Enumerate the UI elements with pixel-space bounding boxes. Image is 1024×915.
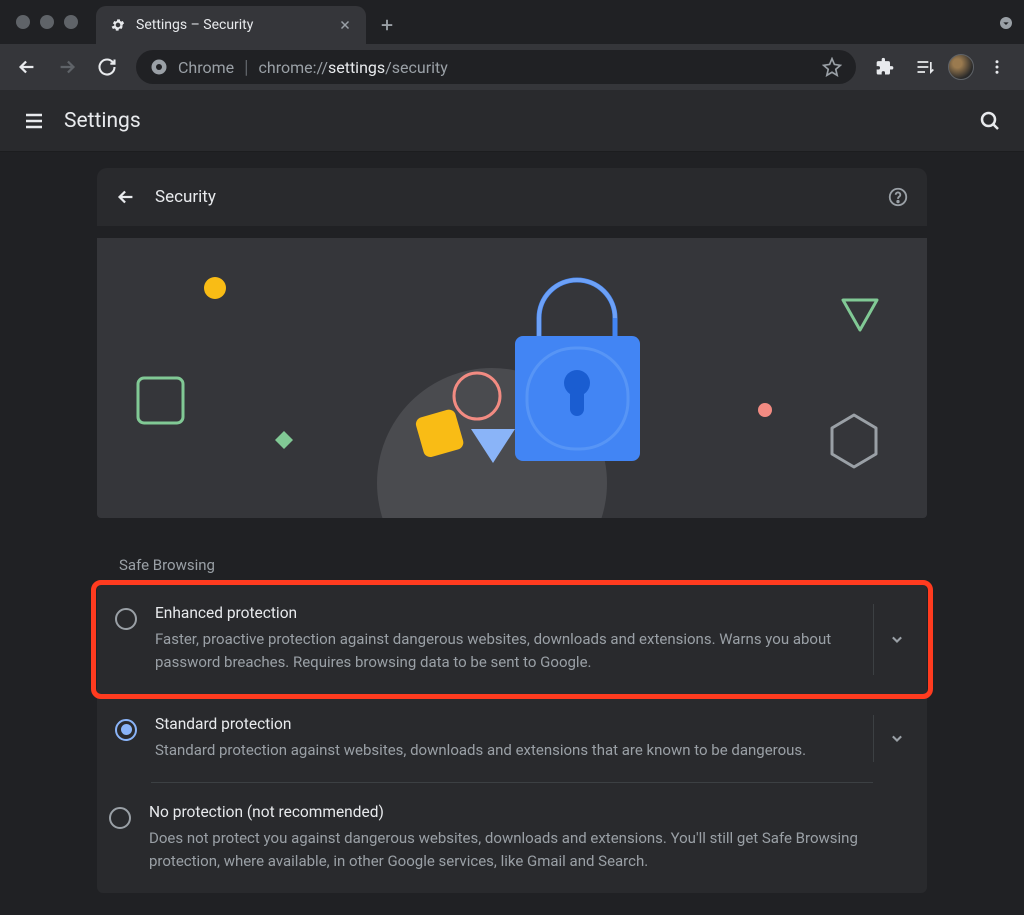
window-minimize-button[interactable] (40, 15, 54, 29)
browser-label: Chrome (178, 58, 234, 77)
browser-toolbar: Chrome | chrome://settings/security (0, 44, 1024, 90)
option-title: No protection (not recommended) (149, 803, 873, 821)
profile-avatar[interactable] (948, 54, 974, 80)
gear-icon (110, 17, 126, 33)
option-desc: Faster, proactive protection against dan… (155, 628, 861, 675)
dropdown-icon[interactable] (998, 15, 1014, 31)
expand-enhanced[interactable] (873, 604, 919, 675)
search-icon[interactable] (978, 109, 1002, 133)
option-desc: Standard protection against websites, do… (155, 739, 861, 762)
option-standard-protection[interactable]: Standard protection Standard protection … (97, 695, 927, 782)
reload-button[interactable] (90, 50, 124, 84)
security-hero-illustration (97, 238, 927, 518)
window-maximize-button[interactable] (64, 15, 78, 29)
titlebar-right (998, 15, 1014, 35)
radio-standard[interactable] (115, 719, 137, 741)
extensions-button[interactable] (868, 50, 902, 84)
safe-browsing-options: Enhanced protection Faster, proactive pr… (97, 584, 927, 893)
menu-icon[interactable] (22, 109, 46, 133)
window-close-button[interactable] (16, 15, 30, 29)
settings-app-header: Settings (0, 90, 1024, 152)
url-text: chrome://settings/security (259, 58, 448, 77)
browser-tab[interactable]: Settings – Security (96, 6, 366, 44)
app-title: Settings (64, 109, 141, 133)
nav-back-button[interactable] (10, 50, 44, 84)
option-enhanced-protection[interactable]: Enhanced protection Faster, proactive pr… (97, 584, 927, 695)
back-arrow-icon[interactable] (115, 186, 137, 208)
tab-title: Settings – Security (136, 17, 253, 33)
option-title: Standard protection (155, 715, 861, 733)
bookmark-star-icon[interactable] (822, 57, 842, 77)
radio-none[interactable] (109, 807, 131, 829)
new-tab-button[interactable] (378, 16, 396, 34)
option-title: Enhanced protection (155, 604, 861, 622)
help-icon[interactable] (887, 186, 909, 208)
reading-list-button[interactable] (908, 50, 942, 84)
window-titlebar: Settings – Security (0, 0, 1024, 44)
section-title: Security (155, 187, 216, 207)
radio-enhanced[interactable] (115, 608, 137, 630)
option-desc: Does not protect you against dangerous w… (149, 827, 873, 874)
expand-standard[interactable] (873, 715, 919, 762)
safe-browsing-subtitle: Safe Browsing (119, 556, 927, 574)
address-bar[interactable]: Chrome | chrome://settings/security (136, 50, 856, 84)
chevron-down-icon (887, 629, 907, 649)
nav-forward-button[interactable] (50, 50, 84, 84)
option-no-protection[interactable]: No protection (not recommended) Does not… (151, 782, 873, 894)
section-header: Security (97, 168, 927, 226)
chrome-menu-button[interactable] (980, 50, 1014, 84)
close-icon[interactable] (338, 18, 352, 32)
traffic-lights (16, 15, 78, 29)
separator: | (244, 57, 248, 78)
settings-content-area: Security (0, 152, 1024, 915)
chevron-down-icon (887, 728, 907, 748)
chrome-icon (150, 58, 168, 76)
